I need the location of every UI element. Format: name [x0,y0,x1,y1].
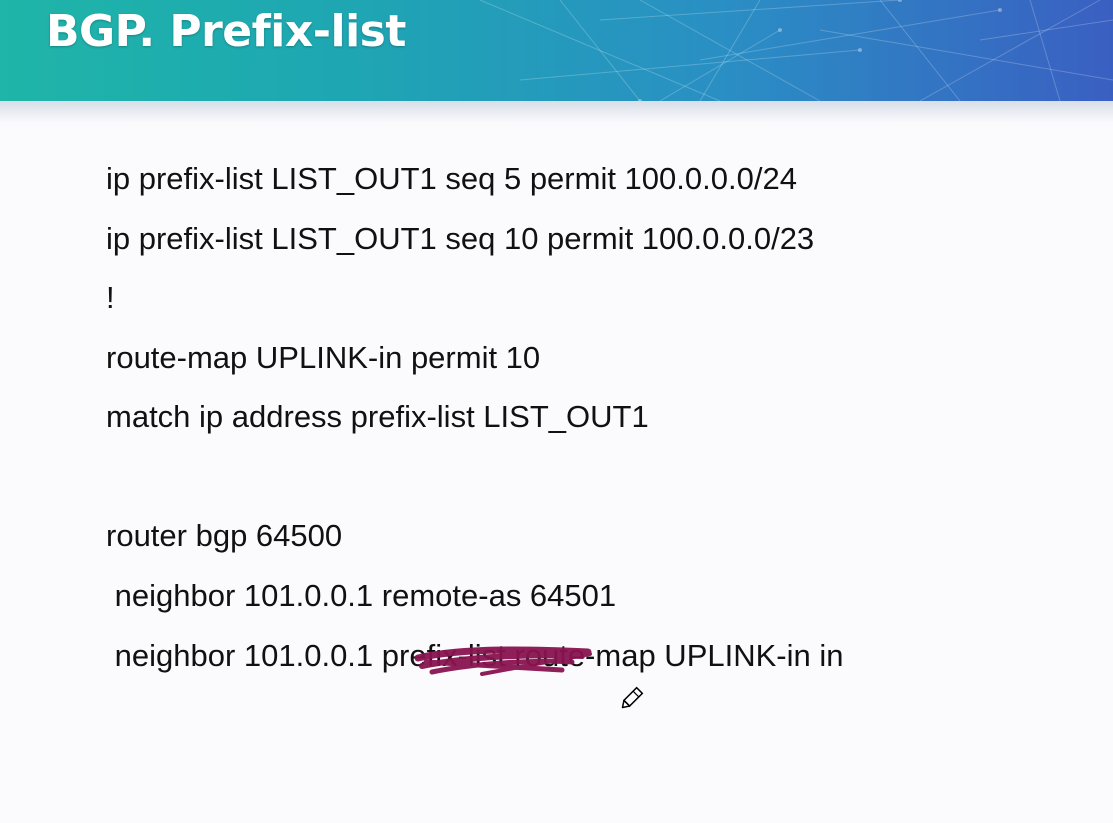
code-line-6: router bgp 64500 [106,518,343,553]
strike-scribble [414,646,592,676]
header-shadow [0,101,1113,123]
code-line-2: ip prefix-list LIST_OUT1 seq 10 permit 1… [106,221,815,256]
code-line-1: ip prefix-list LIST_OUT1 seq 5 permit 10… [106,161,797,196]
pencil-cursor-icon [621,686,644,709]
code-line-5: match ip address prefix-list LIST_OUT1 [106,399,649,434]
code-line-3: ! [106,280,115,315]
code-line-7: neighbor 101.0.0.1 remote-as 64501 [106,578,617,613]
slide-header: BGP. Prefix-list [0,0,1113,101]
slide-title: BGP. Prefix-list [46,6,406,57]
code-line-4: route-map UPLINK-in permit 10 [106,340,541,375]
